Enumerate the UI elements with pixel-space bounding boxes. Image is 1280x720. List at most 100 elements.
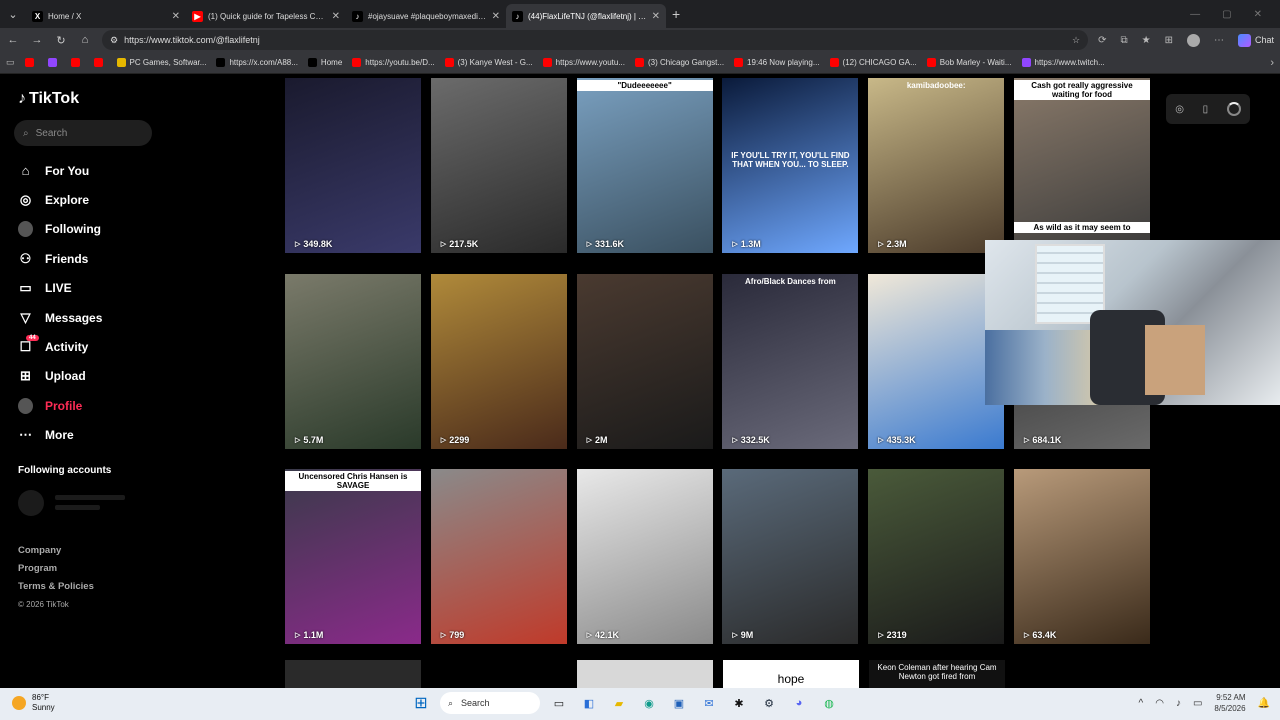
profile-avatar-icon[interactable] (1186, 33, 1200, 47)
footer-link-program[interactable]: Program (18, 560, 94, 578)
bookmark-item[interactable]: https://x.com/A88... (216, 58, 298, 67)
sidebar-item-messages[interactable]: ▽ Messages (18, 303, 168, 332)
sidebar-item-activity[interactable]: ☐ 44 Activity (18, 332, 168, 361)
spotify-icon[interactable]: ◍ (818, 692, 840, 714)
favorite-star-icon[interactable]: ☆ (1072, 35, 1080, 46)
bookmark-item[interactable]: https://youtu.be/D... (352, 58, 435, 67)
reload-icon[interactable]: ↻ (54, 34, 68, 47)
video-tile[interactable]: ▷ 799 (430, 469, 567, 644)
bookmark-item[interactable]: 19:46 Now playing... (734, 58, 820, 67)
mail-icon[interactable]: ✉ (698, 692, 720, 714)
clock[interactable]: 9:52 AM 8/5/2026 (1214, 692, 1245, 714)
app-icon[interactable]: ▣ (668, 692, 690, 714)
close-window-icon[interactable]: ✕ (1254, 9, 1262, 20)
bookmark-item[interactable]: Home (307, 58, 342, 67)
copilot-chat-button[interactable]: Chat (1237, 33, 1274, 47)
sidebar-item-friends[interactable]: ⚇ Friends (18, 244, 168, 273)
browser-tab[interactable]: ▶ (1) Quick guide for Tapeless Camc ✕ (186, 4, 346, 28)
video-tile[interactable]: ▷ 2319 (868, 469, 1005, 644)
video-tile[interactable]: IF YOU'LL TRY IT, YOU'LL FIND THAT WHEN … (722, 78, 859, 253)
video-tile[interactable]: ▷ 435.3K (868, 273, 1005, 449)
bookmark-item[interactable] (70, 58, 84, 67)
new-tab-button[interactable]: + (672, 6, 680, 22)
steam-icon[interactable]: ⚙ (758, 692, 780, 714)
bookmark-item[interactable]: Bob Marley - Waiti... (926, 58, 1012, 67)
taskbar-search[interactable]: ⌕ Search (440, 692, 540, 714)
sidebar-item-live[interactable]: ▭ LIVE (18, 274, 168, 303)
device-icon[interactable]: ▯ (1203, 104, 1209, 115)
bookmark-item[interactable]: (12) CHICAGO GA... (829, 58, 917, 67)
tray-chevron-icon[interactable]: ^ (1139, 698, 1144, 709)
video-tile-hope[interactable]: hope (723, 660, 859, 688)
sidebar-item-profile[interactable]: Profile (18, 391, 168, 420)
sidebar-item-for-you[interactable]: ⌂ For You (18, 156, 168, 185)
collections-icon[interactable]: ⊞ (1165, 35, 1173, 46)
bookmarks-overflow-icon[interactable]: › (1270, 57, 1274, 69)
store-icon[interactable]: ◧ (578, 692, 600, 714)
picture-in-picture-video[interactable] (985, 240, 1280, 405)
volume-icon[interactable]: ♪ (1176, 698, 1181, 709)
bookmark-item[interactable]: PC Games, Softwar... (116, 58, 206, 67)
sidebar-item-explore[interactable]: ◎ Explore (18, 185, 168, 214)
extensions-icon[interactable]: ⟳ (1098, 35, 1106, 46)
video-tile[interactable]: kamibadoobee: ▷ 2.3M (868, 78, 1005, 253)
video-tile-partial[interactable] (285, 660, 421, 688)
sidebar-item-upload[interactable]: ⊞ Upload (18, 362, 168, 391)
close-tab-icon[interactable]: ✕ (332, 11, 340, 22)
minimize-icon[interactable]: — (1190, 9, 1200, 20)
footer-link-company[interactable]: Company (18, 542, 94, 560)
video-tile-partial[interactable] (577, 660, 713, 688)
file-explorer-icon[interactable]: ▰ (608, 692, 630, 714)
video-tile[interactable]: ▷ 42.1K (576, 469, 713, 644)
close-tab-icon[interactable]: ✕ (652, 11, 660, 22)
video-tile[interactable]: ▷ 2299 (430, 273, 567, 449)
video-tile[interactable]: ▷ 9M (722, 469, 859, 644)
video-tile[interactable]: ▷ 5.7M (285, 273, 421, 449)
battery-icon[interactable]: ▭ (1193, 698, 1202, 709)
menu-dots-icon[interactable]: ⋯ (1214, 35, 1224, 46)
task-view-icon[interactable]: ▭ (548, 692, 570, 714)
browser-tab[interactable]: ♪ (44)FlaxLifeTNJ (@flaxlifetnj) | TikT ✕ (506, 4, 666, 28)
notification-icon[interactable]: 🔔 (1258, 698, 1270, 709)
chatgpt-icon[interactable]: ✱ (728, 692, 750, 714)
bookmark-item[interactable]: https://www.twitch... (1021, 58, 1105, 67)
browser-tab[interactable]: X Home / X ✕ (26, 4, 186, 28)
bookmark-item[interactable] (24, 58, 38, 67)
split-screen-icon[interactable]: ⧉ (1120, 35, 1127, 46)
video-tile[interactable]: ▷ 2M (576, 273, 713, 449)
windows-start-icon[interactable]: ⊞ (410, 692, 432, 714)
bookmark-item[interactable]: (3) Kanye West - G... (444, 58, 533, 67)
video-tile[interactable]: Afro/Black Dances from ▷ 332.5K (722, 273, 859, 449)
search-input[interactable]: ⌕ Search (14, 120, 152, 146)
home-icon[interactable]: ⌂ (78, 34, 92, 46)
back-icon[interactable]: ← (6, 34, 20, 46)
bookmark-item[interactable]: https://www.youtu... (542, 58, 625, 67)
maximize-icon[interactable]: ▢ (1222, 9, 1231, 20)
forward-icon[interactable]: → (30, 34, 44, 46)
video-tile[interactable]: ▷ 63.4K (1014, 469, 1150, 644)
tab-search-icon[interactable]: ⌄ (0, 0, 26, 28)
bookmark-item[interactable] (93, 58, 107, 67)
bookmarks-folder-icon[interactable]: ▭ (6, 57, 15, 68)
tiktok-logo[interactable]: ♪ TikTok (18, 90, 79, 108)
sidebar-item-following[interactable]: Following (18, 215, 168, 244)
video-tile[interactable]: ▷ 349.8K (285, 78, 421, 253)
url-field[interactable]: ⚙ https://www.tiktok.com/@flaxlifetnj ☆ (102, 30, 1089, 50)
bookmark-item[interactable] (47, 58, 61, 67)
video-tile[interactable]: Uncensored Chris Hansen is SAVAGE ▷ 1.1M (285, 469, 421, 644)
footer-link-terms[interactable]: Terms & Policies (18, 578, 94, 596)
video-tile[interactable]: "Dudeeeeeee" ▷ 331.6K (576, 78, 713, 253)
sidebar-item-more[interactable]: ⋯ More (18, 421, 168, 450)
site-info-icon[interactable]: ⚙ (110, 35, 118, 46)
compass-control-icon[interactable]: ◎ (1175, 104, 1184, 115)
edge-browser-icon[interactable]: ◉ (638, 692, 660, 714)
close-tab-icon[interactable]: ✕ (172, 11, 180, 22)
network-icon[interactable]: ◠ (1155, 698, 1164, 709)
bookmark-item[interactable]: (3) Chicago Gangst... (635, 58, 724, 67)
favorites-icon[interactable]: ★ (1142, 35, 1151, 46)
video-tile[interactable]: ▷ 217.5K (430, 78, 567, 253)
close-tab-icon[interactable]: ✕ (492, 11, 500, 22)
discord-icon[interactable]: ◕ (788, 692, 810, 714)
weather-widget[interactable]: 86°F Sunny (12, 693, 55, 713)
browser-tab[interactable]: ♪ #ojaysuave #plaqueboymaxedit # ✕ (346, 4, 506, 28)
